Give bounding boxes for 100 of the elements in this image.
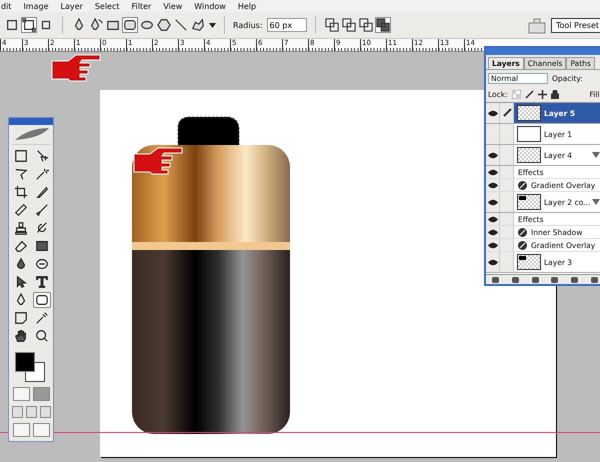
link-cell	[500, 226, 514, 238]
layer-thumbnail	[517, 126, 541, 142]
checker-icon[interactable]	[512, 90, 521, 98]
eye-icon[interactable]	[488, 216, 498, 222]
expand-triangle-icon[interactable]	[592, 152, 600, 158]
line-tool-icon	[174, 18, 188, 32]
dodge-tool-icon	[34, 257, 48, 271]
note-tool-icon	[14, 311, 28, 325]
freeform-pen-tool-button[interactable]	[88, 17, 104, 33]
panel-action-icon[interactable]	[512, 276, 519, 282]
hand-icon	[14, 329, 28, 343]
custom-shape-tool-button[interactable]	[190, 17, 206, 33]
layer-thumbnail	[517, 147, 541, 163]
subtract-shape-icon	[342, 18, 356, 32]
menu-item[interactable]: View	[163, 2, 182, 10]
polygon-tool-icon	[157, 18, 171, 32]
standard-mode-button[interactable]	[12, 387, 30, 401]
panel-action-icon[interactable]	[570, 276, 578, 282]
magic-wand-icon	[34, 167, 48, 181]
lock-icon[interactable]	[550, 90, 559, 98]
link-cell[interactable]	[500, 252, 514, 272]
layer-thumbnail	[517, 254, 541, 270]
gradient-tool-icon	[34, 239, 48, 253]
link-cell[interactable]	[500, 103, 514, 123]
eye-icon[interactable]	[488, 228, 498, 236]
shape-layers-icon	[5, 18, 19, 32]
eye-icon[interactable]	[488, 258, 498, 266]
stamp-tool-icon	[14, 221, 28, 235]
menu-item[interactable]: Filter	[132, 2, 152, 10]
rounded-rectangle-tool-button[interactable]	[32, 292, 50, 308]
menu-item[interactable]: Image	[23, 2, 48, 10]
visibility-cell[interactable]	[486, 252, 500, 272]
link-cell[interactable]	[500, 124, 514, 144]
menu-item[interactable]: dit	[1, 2, 12, 10]
eye-icon[interactable]	[488, 152, 498, 158]
tool-presets-tab[interactable]: Tool Preset	[550, 18, 600, 32]
ellipse-tool-icon	[140, 18, 154, 32]
move-icon[interactable]	[538, 90, 547, 98]
polygon-tool-button[interactable]	[156, 17, 172, 33]
exclude-shape-button[interactable]	[374, 17, 391, 33]
marquee-tool-icon	[14, 149, 28, 163]
radius-label: Radius:	[233, 20, 263, 30]
panel-action-icon[interactable]	[492, 276, 500, 282]
visibility-cell[interactable]	[486, 166, 500, 178]
menu-item[interactable]: Layer	[60, 2, 83, 10]
pen-tool-icon	[72, 18, 86, 32]
dropdown-caret-icon[interactable]	[209, 22, 216, 28]
freeform-pen-tool-icon	[89, 18, 103, 32]
visibility-cell[interactable]	[486, 103, 500, 123]
eye-icon[interactable]	[488, 198, 498, 206]
slice-tool-icon	[34, 185, 48, 199]
screen-mode-button[interactable]	[40, 406, 50, 418]
rounded-rectangle-tool-icon	[123, 18, 137, 32]
move-tool-icon	[34, 149, 48, 163]
eye-icon[interactable]	[488, 242, 498, 248]
paths-mode-icon	[22, 18, 36, 32]
bandage-icon	[14, 203, 28, 217]
eye-icon[interactable]	[488, 182, 498, 188]
panel-action-icon[interactable]	[532, 276, 539, 282]
menu-item[interactable]: Window	[194, 2, 226, 10]
visibility-cell[interactable]	[486, 226, 500, 238]
expand-triangle-icon[interactable]	[592, 199, 600, 205]
visibility-cell[interactable]	[486, 239, 500, 251]
visibility-cell[interactable]	[486, 124, 500, 144]
screen-mode-button[interactable]	[12, 406, 22, 418]
subtract-shape-button[interactable]	[340, 17, 357, 33]
rounded-rectangle-tool-button[interactable]	[122, 17, 138, 33]
line-tool-button[interactable]	[173, 17, 189, 33]
layer-thumbnail	[517, 105, 541, 121]
paths-mode-button[interactable]	[21, 17, 37, 33]
effect-icon	[518, 180, 527, 190]
eye-icon[interactable]	[488, 110, 498, 116]
visibility-cell[interactable]	[486, 179, 500, 191]
crop-tool-icon	[14, 185, 28, 199]
eye-icon[interactable]	[488, 168, 498, 176]
radius-field[interactable]: 60 px	[266, 18, 307, 32]
shape-layers-button[interactable]	[4, 17, 20, 33]
effect-icon	[518, 240, 527, 250]
add-shape-button[interactable]	[324, 17, 340, 33]
panel-action-icon[interactable]	[590, 276, 598, 282]
eyedropper-tool-icon	[34, 311, 48, 325]
brush-icon[interactable]	[524, 90, 534, 98]
visibility-cell[interactable]	[486, 192, 500, 212]
link-cell[interactable]	[500, 192, 514, 212]
quick-mask-button[interactable]	[32, 387, 50, 401]
add-shape-icon	[324, 18, 339, 32]
intersect-shape-button[interactable]	[358, 17, 374, 33]
link-cell[interactable]	[500, 145, 514, 165]
menu-item[interactable]: Select	[94, 2, 120, 10]
visibility-cell[interactable]	[486, 145, 500, 165]
visibility-cell[interactable]	[486, 213, 500, 225]
panel-action-icon[interactable]	[551, 276, 558, 282]
history-brush-icon	[34, 221, 48, 235]
rounded-rectangle-tool-icon	[34, 293, 48, 307]
link-cell	[500, 166, 514, 178]
custom-shape-tool-icon	[191, 18, 205, 32]
menu-item[interactable]: Help	[238, 2, 256, 10]
type-tool-icon	[34, 275, 48, 289]
exclude-shape-icon	[376, 18, 390, 32]
screen-mode-button[interactable]	[26, 406, 36, 418]
